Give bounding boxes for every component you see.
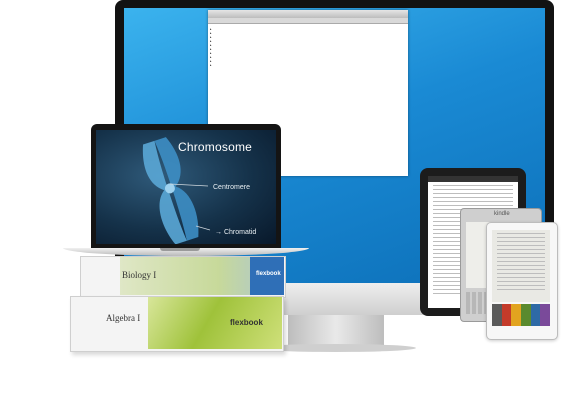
color-swatch: [492, 304, 502, 326]
color-swatch: [540, 304, 551, 326]
color-swatch: [530, 304, 541, 326]
imac-stand: [288, 315, 384, 345]
browser-sidebar: [210, 27, 238, 67]
browser-titlebar: [208, 10, 408, 18]
browser-content: [208, 24, 408, 28]
tablet-topbar: [428, 176, 518, 182]
nook-screen: [492, 230, 550, 302]
centromere-label: Centromere: [213, 184, 250, 191]
flexbook-logo: flexbook: [230, 318, 263, 327]
color-swatch: [501, 304, 512, 326]
slide-title: Chromosome: [178, 140, 253, 154]
chromatid-label: → Chromatid: [215, 229, 257, 236]
laptop-notch: [160, 248, 200, 251]
flexbook-logo: flexbook: [256, 271, 281, 277]
nook-color-strip: [492, 304, 551, 326]
color-swatch: [521, 304, 531, 326]
kindle-logo: kindle: [494, 211, 510, 217]
book-title: Biology I: [122, 270, 157, 280]
book-title: Algebra I: [106, 313, 141, 323]
color-swatch: [511, 304, 522, 326]
